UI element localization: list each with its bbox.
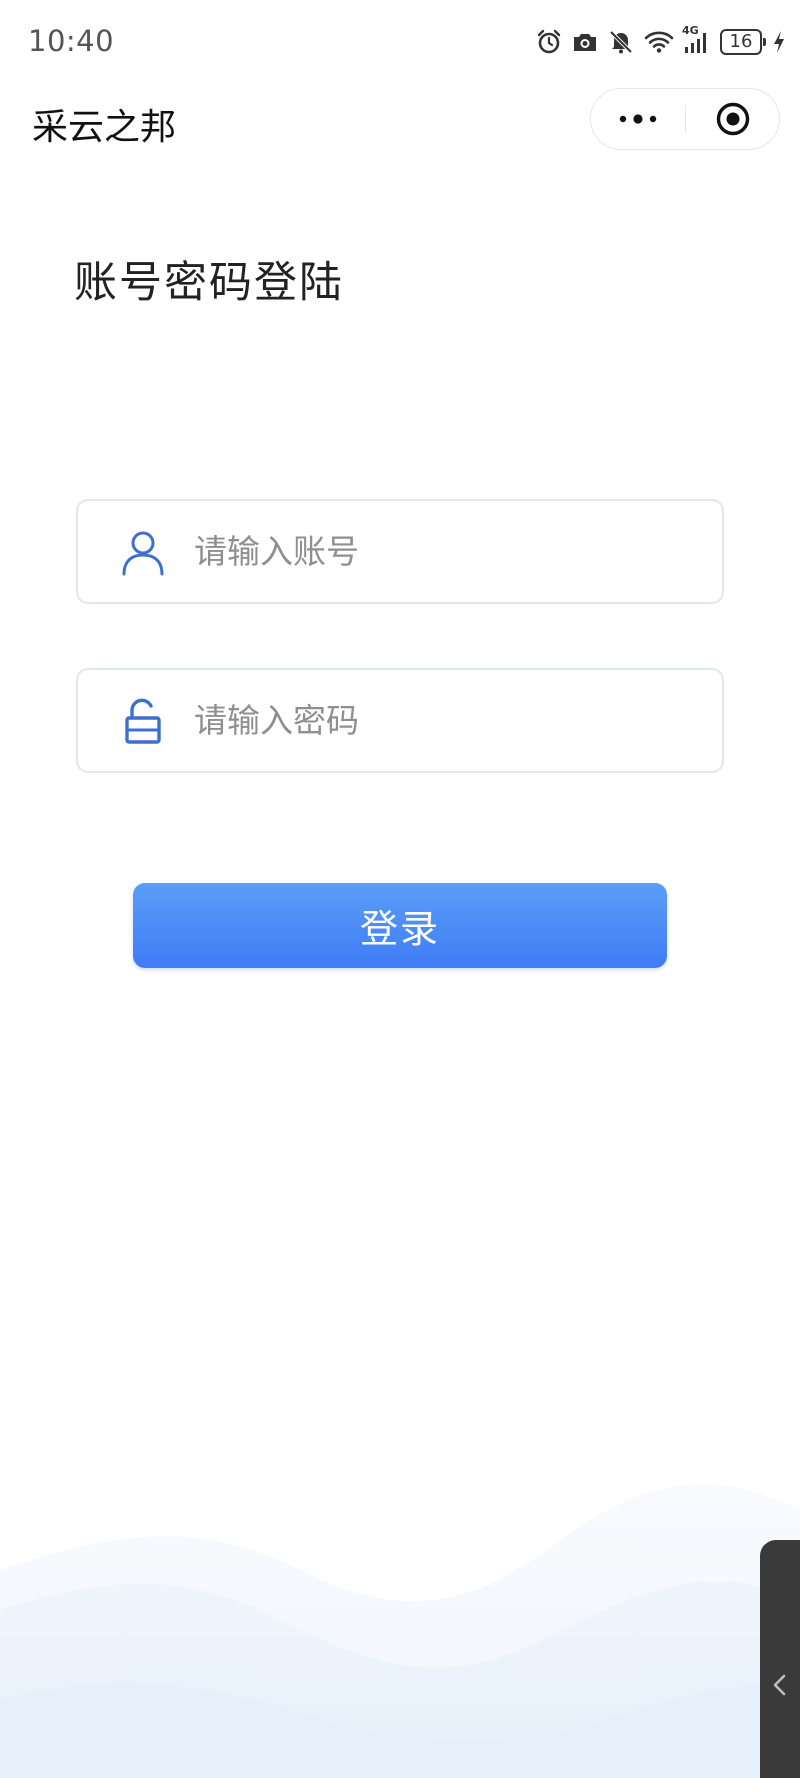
chevron-left-icon	[773, 1674, 786, 1696]
login-button[interactable]: 登录	[133, 883, 667, 968]
lock-open-icon	[118, 696, 168, 746]
background-waves	[0, 1484, 800, 1778]
user-icon	[118, 527, 168, 577]
target-circle-icon	[716, 102, 750, 136]
bell-off-icon	[608, 29, 634, 55]
side-drawer-handle[interactable]	[760, 1540, 800, 1778]
network-type: 4G	[682, 24, 699, 37]
more-dots-icon	[619, 114, 657, 124]
page-title: 账号密码登陆	[74, 258, 344, 308]
alarm-icon	[536, 29, 562, 55]
password-field	[76, 668, 724, 773]
status-time: 10:40	[28, 24, 115, 58]
signal-icon: 4G	[682, 24, 710, 54]
charging-icon	[772, 30, 786, 54]
wifi-icon	[644, 30, 674, 54]
account-field	[76, 499, 724, 604]
password-input[interactable]	[194, 670, 704, 771]
status-icons: 4G 16	[536, 24, 786, 59]
mini-program-capsule	[590, 88, 780, 150]
app-title: 采云之邦	[32, 107, 177, 148]
more-button[interactable]	[591, 89, 685, 149]
battery-icon: 16	[720, 29, 766, 55]
status-bar: 10:40 4G 16	[0, 0, 800, 84]
account-input[interactable]	[194, 501, 704, 602]
camera-icon	[572, 31, 598, 53]
close-mini-program-button[interactable]	[686, 89, 780, 149]
